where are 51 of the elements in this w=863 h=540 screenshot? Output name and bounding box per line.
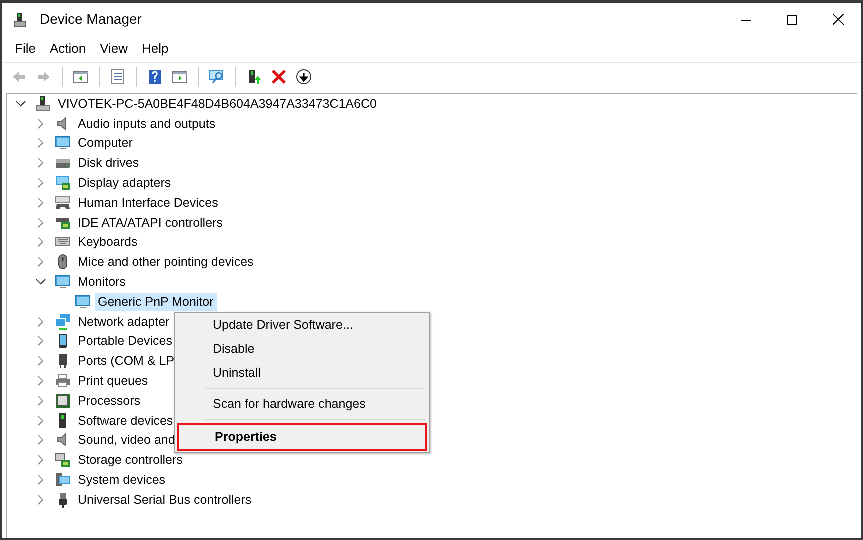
- system-icon: [55, 472, 71, 488]
- tree-item[interactable]: Network adapter: [75, 312, 173, 331]
- menu-item[interactable]: Action: [42, 37, 94, 61]
- tree-item[interactable]: Generic PnP Monitor: [95, 292, 217, 311]
- display-adapter-icon: [55, 175, 71, 192]
- context-menu-item[interactable]: Update Driver Software...: [177, 313, 427, 337]
- monitor-search-icon: [209, 68, 225, 84]
- device-manager-icon: [12, 12, 28, 28]
- tree-item[interactable]: Processors: [75, 392, 144, 410]
- tree-item[interactable]: Mice and other pointing devices: [75, 253, 257, 272]
- maximize-icon: [787, 14, 797, 24]
- tree-item[interactable]: Disk drives: [75, 154, 142, 172]
- delete-icon: [271, 68, 287, 84]
- monitor-icon: [55, 274, 71, 290]
- tree-item[interactable]: Audio inputs and outputs: [75, 114, 219, 133]
- context-menu-item[interactable]: Uninstall: [177, 361, 427, 385]
- network-icon: [55, 314, 71, 330]
- menu-item[interactable]: File: [8, 37, 43, 61]
- window-title: Device Manager: [40, 10, 142, 29]
- tree-item[interactable]: System devices: [75, 471, 169, 490]
- tree-item[interactable]: VIVOTEK-PC-5A0BE4F48D4B604A3947A33473C1A6C0: [55, 94, 380, 113]
- processor-icon: [55, 392, 71, 409]
- monitor-icon: [75, 294, 91, 310]
- menu-item[interactable]: Help: [135, 37, 176, 61]
- gamepad-icon: [55, 194, 71, 211]
- pane-icon: [73, 68, 89, 84]
- properties-icon: [110, 68, 126, 84]
- storage-controller-icon: [55, 452, 71, 468]
- tree-item[interactable]: IDE ATA/ATAPI controllers: [75, 214, 226, 232]
- close-icon: [832, 14, 844, 25]
- tree-item[interactable]: Monitors: [75, 273, 129, 292]
- computer-icon: [35, 96, 51, 112]
- tree-item[interactable]: Keyboards: [75, 233, 141, 252]
- menu-item[interactable]: View: [93, 37, 136, 61]
- tree-item[interactable]: Human Interface Devices: [75, 194, 222, 212]
- printer-icon: [55, 373, 71, 390]
- tree-item[interactable]: Computer: [75, 134, 136, 152]
- context-menu-item[interactable]: Scan for hardware changes: [177, 392, 427, 416]
- context-menu-item[interactable]: Properties: [177, 423, 427, 451]
- tree-item[interactable]: Universal Serial Bus controllers: [75, 490, 255, 509]
- tree-item[interactable]: Storage controllers: [75, 451, 186, 470]
- help-icon: [147, 68, 163, 84]
- tree-item[interactable]: Display adapters: [75, 174, 174, 192]
- tree-item[interactable]: Software devices: [75, 412, 176, 430]
- tree-item[interactable]: Portable Devices: [75, 332, 176, 350]
- tree-item[interactable]: Ports (COM & LP: [75, 352, 178, 370]
- monitor-icon: [55, 135, 71, 152]
- pane-icon: [172, 68, 188, 84]
- device-update-icon: [246, 68, 262, 84]
- context-menu-item[interactable]: Disable: [177, 337, 427, 361]
- tree-item[interactable]: Print queues: [75, 372, 152, 390]
